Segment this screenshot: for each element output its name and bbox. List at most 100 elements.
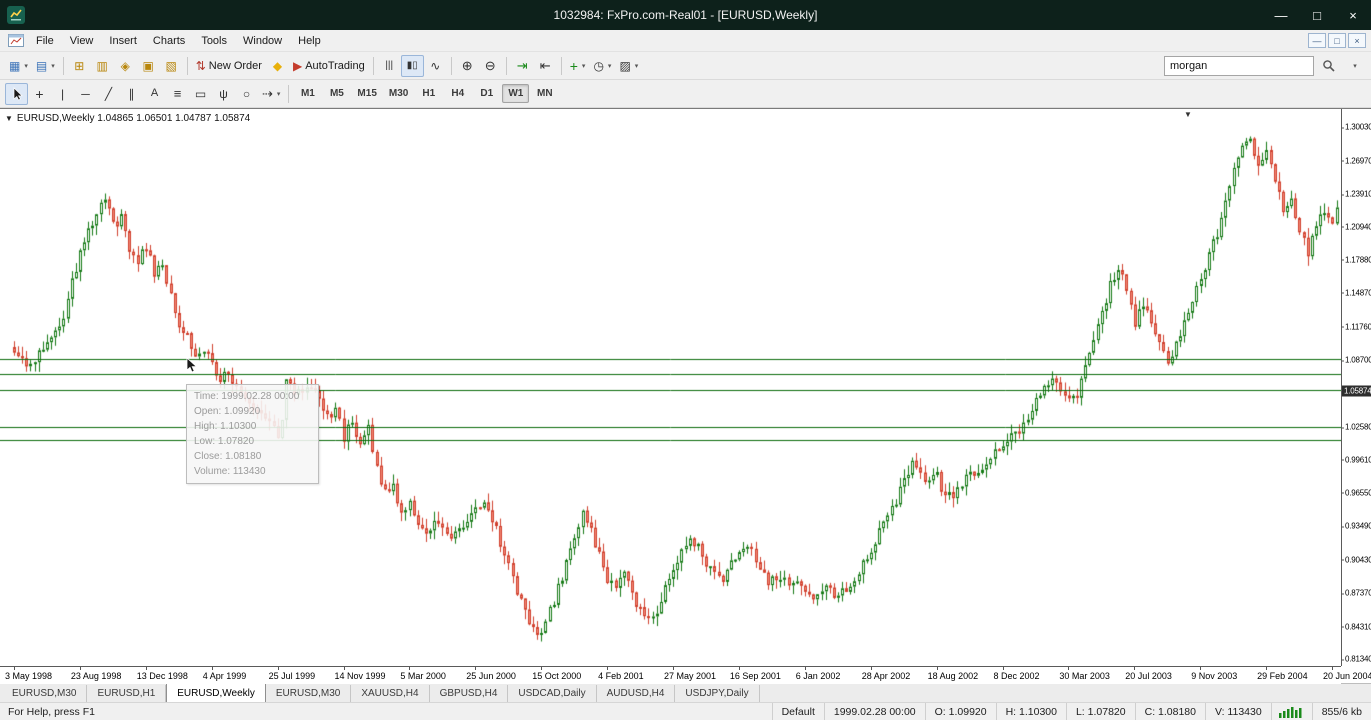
timeframe-m30[interactable]: M30 — [384, 84, 413, 103]
chart-tab-eurusd-m30-1[interactable]: EURUSD,M30 — [2, 685, 88, 702]
menu-help[interactable]: Help — [290, 32, 329, 50]
chart-tab-xauusd-h4-5[interactable]: XAUUSD,H4 — [351, 685, 430, 702]
date-axis[interactable]: 3 May 1998 23 Aug 1998 13 Dec 1998 4 Apr 19… — [0, 666, 1371, 684]
indicators-button[interactable]: + ▾ — [566, 55, 590, 77]
menu-window[interactable]: Window — [235, 32, 290, 50]
rectangle-tool[interactable]: ▭ — [189, 83, 212, 105]
menu-charts[interactable]: Charts — [145, 32, 193, 50]
timeframe-w1[interactable]: W1 — [502, 84, 530, 103]
line-chart-mode-button[interactable]: ∿ — [424, 55, 447, 77]
zoom-out-button[interactable]: ⊖ — [479, 55, 502, 77]
chart-tab-usdjpy-daily-9[interactable]: USDJPY,Daily — [675, 685, 760, 702]
chevron-down-icon: ▾ — [607, 62, 612, 70]
bar-position-marker: ▼ — [1184, 110, 1192, 119]
ellipse-tool-icon: ○ — [242, 86, 251, 101]
search-menu-button[interactable]: ▾ — [1343, 55, 1366, 77]
strategy-tester-button[interactable]: ▧ — [160, 55, 183, 77]
text-tool[interactable]: A — [143, 83, 166, 105]
date-axis-label: 3 May 1998 — [5, 667, 53, 681]
chart-tab-audusd-h4-8[interactable]: AUDUSD,H4 — [596, 685, 676, 702]
templates-button-icon: ▨ — [619, 58, 631, 73]
timeframe-m15[interactable]: M15 — [352, 84, 381, 103]
menu-tools[interactable]: Tools — [193, 32, 235, 50]
zoom-in-button[interactable]: ⊕ — [456, 55, 479, 77]
chart-shift-button[interactable]: ⇤ — [534, 55, 557, 77]
date-axis-label: 6 Jan 2002 — [795, 667, 841, 681]
ellipse-tool[interactable]: ○ — [235, 83, 258, 105]
price-axis-label: 1.26970 — [1341, 156, 1371, 166]
templates-button[interactable]: ▨ ▾ — [615, 55, 642, 77]
new-order-button[interactable]: ⇅ New Order — [192, 55, 266, 77]
collapse-arrow-icon[interactable]: ▼ — [5, 114, 13, 123]
arrows-tool[interactable]: ⇢ ▾ — [258, 83, 284, 105]
navigator-button[interactable]: ◈ — [114, 55, 137, 77]
price-axis-label: 0.90430 — [1341, 555, 1371, 565]
mdi-restore-button[interactable]: □ — [1328, 33, 1346, 48]
autotrading-button[interactable]: ▶ AutoTrading — [289, 55, 369, 77]
status-bar-time: 1999.02.28 00:00 — [823, 703, 925, 720]
new-chart-button[interactable]: ▦ ▾ — [5, 55, 32, 77]
chart-symbol-line: ▼ EURUSD,Weekly 1.04865 1.06501 1.04787 … — [5, 113, 250, 124]
candlestick-mode-button[interactable]: ▮▯ — [400, 54, 424, 77]
window-maximize-button[interactable]: □ — [1299, 0, 1335, 30]
data-window-button[interactable]: ▥ — [91, 55, 114, 77]
periods-button[interactable]: ◷ ▾ — [589, 55, 615, 77]
menu-insert[interactable]: Insert — [101, 32, 145, 50]
mdi-minimize-button[interactable]: — — [1308, 33, 1326, 48]
date-axis-label: 23 Aug 1998 — [70, 667, 122, 681]
mdi-close-button[interactable]: × — [1348, 33, 1366, 48]
timeframe-h4[interactable]: H4 — [444, 84, 471, 103]
pitchfork-tool[interactable]: ψ — [212, 83, 235, 105]
trendline-tool-icon: ╱ — [104, 86, 113, 101]
chart-tab-gbpusd-h4-6[interactable]: GBPUSD,H4 — [429, 685, 509, 702]
menu-view[interactable]: View — [62, 32, 102, 50]
bar-chart-mode-button[interactable]: ||| — [378, 55, 401, 77]
window-close-button[interactable]: × — [1335, 0, 1371, 30]
horizontal-line-tool-icon: ─ — [81, 86, 90, 101]
metaeditor-button[interactable]: ◆ — [266, 55, 289, 77]
timeframe-h1[interactable]: H1 — [415, 84, 442, 103]
bar-chart-mode-button-icon: ||| — [385, 59, 394, 71]
profiles-button[interactable]: ▤ ▾ — [32, 55, 59, 77]
timeframe-d1[interactable]: D1 — [473, 84, 500, 103]
price-axis-label: 1.17880 — [1341, 255, 1371, 265]
price-axis-label: 0.96550 — [1341, 488, 1371, 498]
status-profile[interactable]: Default — [771, 703, 824, 720]
toolbar-separator — [560, 56, 562, 75]
market-watch-button[interactable]: ⊞ — [68, 55, 91, 77]
tooltip-low: Low: 1.07820 — [194, 436, 255, 447]
trendline-tool[interactable]: ╱ — [97, 83, 120, 105]
fibonacci-tool[interactable]: ≡ — [166, 83, 189, 105]
autotrading-button-label: AutoTrading — [305, 59, 365, 72]
toolbar-separator — [186, 56, 188, 75]
terminal-button[interactable]: ▣ — [137, 55, 160, 77]
status-low: L: 1.07820 — [1065, 703, 1135, 720]
bar-tooltip: Time: 1999.02.28 00:00 Open: 1.09920 Hig… — [186, 384, 319, 484]
timeframe-m5[interactable]: M5 — [323, 84, 350, 103]
chart-tab-eurusd-m30-4[interactable]: EURUSD,M30 — [265, 685, 352, 702]
window-minimize-button[interactable]: — — [1263, 0, 1299, 30]
search-input[interactable] — [1164, 55, 1314, 76]
equidistant-channel-tool[interactable]: ∥ — [120, 83, 143, 105]
menu-file[interactable]: File — [28, 32, 62, 50]
horizontal-line-tool[interactable]: ─ — [74, 83, 97, 105]
price-axis[interactable]: 1.05874 1.30030 1.26970 1.23910 1.20940 1.17… — [1341, 109, 1371, 666]
timeframe-m1[interactable]: M1 — [294, 84, 321, 103]
window-title: 1032984: FxPro.com-Real01 - [EURUSD,Week… — [553, 8, 818, 22]
tooltip-high: High: 1.10300 — [194, 421, 257, 432]
crosshair-tool-icon: + — [35, 85, 44, 102]
date-axis-label: 25 Jul 1999 — [268, 667, 316, 681]
text-tool-icon: A — [150, 87, 159, 99]
price-axis-label: 1.20940 — [1341, 222, 1371, 231]
data-window-button-icon: ▥ — [96, 58, 108, 73]
crosshair-tool[interactable]: + — [28, 83, 51, 105]
search-button[interactable] — [1317, 55, 1340, 77]
vertical-line-tool[interactable]: | — [51, 83, 74, 105]
timeframe-mn[interactable]: MN — [531, 84, 558, 103]
chart-tab-eurusd-weekly-3[interactable]: EURUSD,Weekly — [166, 683, 266, 702]
cursor-tool[interactable] — [5, 82, 28, 105]
chart-tab-eurusd-h1-2[interactable]: EURUSD,H1 — [87, 685, 167, 702]
auto-scroll-button[interactable]: ⇥ — [511, 55, 534, 77]
chart-tab-usdcad-daily-7[interactable]: USDCAD,Daily — [508, 685, 597, 702]
toolbar-separator — [450, 56, 452, 75]
